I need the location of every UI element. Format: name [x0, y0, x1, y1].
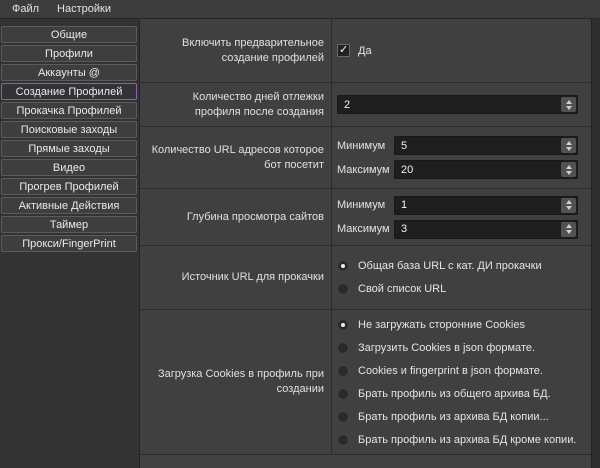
depth-max-spinbox[interactable]: 3 [394, 220, 578, 239]
menu-settings[interactable]: Настройки [48, 2, 120, 17]
setting-control: Минимум 1 Максимум 3 [332, 189, 591, 245]
precreate-checkbox[interactable] [337, 44, 350, 57]
max-row: Максимум 20 [337, 160, 578, 179]
max-label: Максимум [337, 223, 394, 235]
radio-icon [337, 283, 349, 295]
sidebar-item-profile-warmup[interactable]: Прогрев Профилей [1, 178, 137, 195]
empty-row [140, 455, 591, 468]
spinner-down-icon [566, 230, 572, 234]
setting-label: Глубина просмотра сайтов [140, 189, 332, 245]
spin-value[interactable]: 3 [395, 223, 561, 235]
spinner-buttons[interactable] [561, 138, 576, 153]
setting-label: Количество URL адресов которое бот посет… [140, 127, 332, 188]
settings-panel: Включить предварительное создание профил… [140, 19, 592, 468]
spin-value[interactable]: 1 [395, 199, 561, 211]
spinner-up-icon [566, 141, 572, 145]
spinner-buttons[interactable] [561, 198, 576, 213]
radio-option[interactable]: Общая база URL с кат. ДИ прокачки [337, 260, 578, 272]
radio-label: Брать профиль из архива БД кроме копии. [358, 434, 576, 446]
spinner-down-icon [566, 206, 572, 210]
setting-control: Минимум 5 Максимум 20 [332, 127, 591, 188]
min-label: Минимум [337, 140, 394, 152]
radio-option[interactable]: Брать профиль из архива БД кроме копии. [337, 434, 578, 446]
min-row: Минимум 5 [337, 136, 578, 155]
menu-file[interactable]: Файл [3, 2, 48, 17]
radio-label: Cookies и fingerprint в json формате. [358, 365, 543, 377]
sidebar-item-profile-pumping[interactable]: Прокачка Профилей [1, 102, 137, 119]
radio-label: Не загружать сторонние Cookies [358, 319, 525, 331]
radio-label: Брать профиль из общего архива БД. [358, 388, 551, 400]
radio-option[interactable]: Не загружать сторонние Cookies [337, 319, 578, 331]
setting-control: 2 [332, 83, 591, 126]
setting-label: Загрузка Cookies в профиль при создании [140, 310, 332, 454]
max-row: Максимум 3 [337, 220, 578, 239]
setting-control: Общая база URL с кат. ДИ прокачки Свой с… [332, 246, 591, 309]
radio-option[interactable]: Загрузить Cookies в json формате. [337, 342, 578, 354]
url-count-min-spinbox[interactable]: 5 [394, 136, 578, 155]
radio-icon [337, 365, 349, 377]
max-label: Максимум [337, 164, 394, 176]
setting-row-rest-days: Количество дней отлежки профиля после со… [140, 83, 591, 127]
radio-option[interactable]: Свой список URL [337, 283, 578, 295]
radio-icon [337, 434, 349, 446]
sidebar-item-active-actions[interactable]: Активные Действия [1, 197, 137, 214]
app-window: Файл Настройки Общие Профили Аккаунты @ … [0, 0, 600, 468]
sidebar-item-video[interactable]: Видео [1, 159, 137, 176]
radio-option[interactable]: Брать профиль из общего архива БД. [337, 388, 578, 400]
sidebar-item-timer[interactable]: Таймер [1, 216, 137, 233]
radio-icon [337, 260, 349, 272]
sidebar-item-direct-visits[interactable]: Прямые заходы [1, 140, 137, 157]
sidebar-item-accounts[interactable]: Аккаунты @ [1, 64, 137, 81]
spinner-down-icon [566, 106, 572, 110]
checkbox-row: Да [337, 44, 578, 57]
spin-value[interactable]: 5 [395, 140, 561, 152]
sidebar-item-proxy-fingerprint[interactable]: Прокси/FingerPrint [1, 235, 137, 252]
setting-label: Количество дней отлежки профиля после со… [140, 83, 332, 126]
sidebar-item-general[interactable]: Общие [1, 26, 137, 43]
spin-value[interactable]: 2 [338, 99, 561, 111]
spinner-buttons[interactable] [561, 97, 576, 112]
radio-icon [337, 388, 349, 400]
menu-bar: Файл Настройки [0, 0, 600, 19]
checkbox-label: Да [358, 45, 372, 57]
spinner-buttons[interactable] [561, 162, 576, 177]
spinner-down-icon [566, 147, 572, 151]
sidebar-item-search-visits[interactable]: Поисковые заходы [1, 121, 137, 138]
spinner-up-icon [566, 200, 572, 204]
min-row: Минимум 1 [337, 196, 578, 215]
setting-row-cookies-load: Загрузка Cookies в профиль при создании … [140, 310, 591, 455]
spinner-up-icon [566, 165, 572, 169]
radio-label: Загрузить Cookies в json формате. [358, 342, 535, 354]
spin-value[interactable]: 20 [395, 164, 561, 176]
spinner-buttons[interactable] [561, 222, 576, 237]
spinner-up-icon [566, 100, 572, 104]
content-area: Общие Профили Аккаунты @ Создание Профил… [0, 19, 600, 468]
setting-row-url-source: Источник URL для прокачки Общая база URL… [140, 246, 591, 310]
radio-label: Свой список URL [358, 283, 446, 295]
setting-row-view-depth: Глубина просмотра сайтов Минимум 1 [140, 189, 591, 246]
setting-row-precreate: Включить предварительное создание профил… [140, 19, 591, 83]
sidebar-item-profile-creation[interactable]: Создание Профилей [1, 83, 137, 100]
setting-control: Да [332, 19, 591, 82]
setting-label: Включить предварительное создание профил… [140, 19, 332, 82]
radio-option[interactable]: Брать профиль из архива БД копии... [337, 411, 578, 423]
radio-icon [337, 319, 349, 331]
sidebar-item-profiles[interactable]: Профили [1, 45, 137, 62]
setting-row-url-count: Количество URL адресов которое бот посет… [140, 127, 591, 189]
spinner-down-icon [566, 171, 572, 175]
sidebar: Общие Профили Аккаунты @ Создание Профил… [0, 19, 140, 468]
rest-days-spinbox[interactable]: 2 [337, 95, 578, 114]
depth-min-spinbox[interactable]: 1 [394, 196, 578, 215]
radio-icon [337, 342, 349, 354]
radio-label: Общая база URL с кат. ДИ прокачки [358, 260, 542, 272]
radio-icon [337, 411, 349, 423]
setting-label: Источник URL для прокачки [140, 246, 332, 309]
radio-option[interactable]: Cookies и fingerprint в json формате. [337, 365, 578, 377]
setting-control: Не загружать сторонние Cookies Загрузить… [332, 310, 591, 454]
spinner-up-icon [566, 224, 572, 228]
radio-label: Брать профиль из архива БД копии... [358, 411, 549, 423]
url-count-max-spinbox[interactable]: 20 [394, 160, 578, 179]
min-label: Минимум [337, 199, 394, 211]
